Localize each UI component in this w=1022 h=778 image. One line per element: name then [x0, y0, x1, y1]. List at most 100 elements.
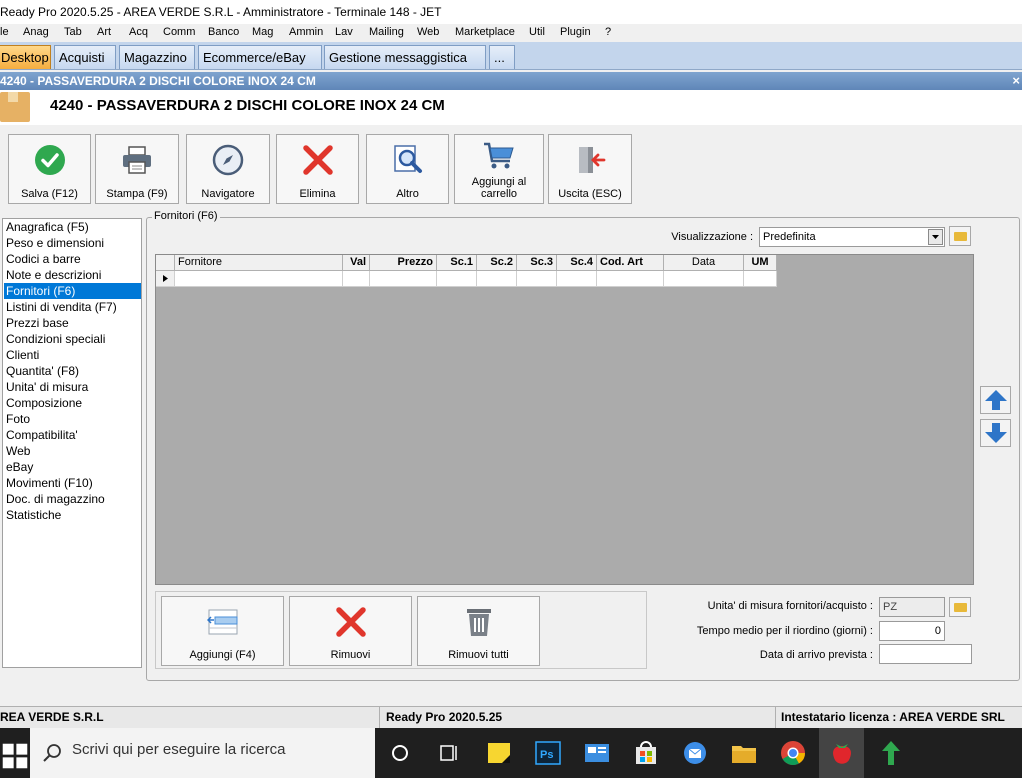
navigator-button[interactable]: Navigatore	[186, 134, 270, 204]
taskbar-search-box[interactable]: Scrivi qui per eseguire la ricerca	[30, 728, 375, 778]
view-folder-icon[interactable]	[949, 226, 971, 246]
menu-item-banco[interactable]: Banco	[208, 26, 239, 38]
check-icon	[9, 143, 90, 177]
nav-item-prezzi-base[interactable]: Prezzi base	[4, 315, 141, 331]
um-folder-icon[interactable]	[949, 597, 971, 617]
add-to-cart-button[interactable]: Aggiungi al carrello	[454, 134, 544, 204]
menu-item-ammin[interactable]: Ammin	[289, 26, 323, 38]
nav-item-unita-misura[interactable]: Unita' di misura	[4, 379, 141, 395]
nav-item-note-descrizioni[interactable]: Note e descrizioni	[4, 267, 141, 283]
product-box-icon	[0, 92, 30, 122]
tab-ecommerce-ebay[interactable]: Ecommerce/eBay	[198, 45, 322, 69]
menu-item-acq[interactable]: Acq	[129, 26, 148, 38]
column-header-sc2[interactable]: Sc.2	[477, 255, 517, 271]
column-header-data[interactable]: Data	[664, 255, 744, 271]
cell-cod-art[interactable]	[597, 271, 664, 287]
view-select[interactable]: Predefinita	[759, 227, 945, 247]
status-company: REA VERDE S.R.L	[0, 707, 380, 729]
menu-item-mag[interactable]: Mag	[252, 26, 273, 38]
tab-more[interactable]: ...	[489, 45, 515, 69]
column-header-sc3[interactable]: Sc.3	[517, 255, 557, 271]
close-icon[interactable]: ×	[1012, 73, 1020, 88]
column-header-sc1[interactable]: Sc.1	[437, 255, 477, 271]
file-explorer-icon[interactable]	[729, 738, 759, 768]
mail-client-icon[interactable]	[680, 738, 710, 768]
menu-item-file[interactable]: le	[0, 26, 9, 38]
menu-item-comm[interactable]: Comm	[163, 26, 195, 38]
menu-item-art[interactable]: Art	[97, 26, 111, 38]
nav-item-quantita[interactable]: Quantita' (F8)	[4, 363, 141, 379]
tab-desktop[interactable]: Desktop	[0, 45, 51, 69]
um-fornitori-field[interactable]: PZ	[879, 597, 945, 617]
nav-item-condizioni-speciali[interactable]: Condizioni speciali	[4, 331, 141, 347]
tab-gestione-messaggistica[interactable]: Gestione messaggistica	[324, 45, 486, 69]
task-view-icon[interactable]	[435, 738, 465, 768]
sticky-notes-icon[interactable]	[484, 738, 514, 768]
menu-item-util[interactable]: Util	[529, 26, 545, 38]
nav-item-fornitori[interactable]: Fornitori (F6)	[4, 283, 141, 299]
column-header-um[interactable]: UM	[744, 255, 777, 271]
nav-item-statistiche[interactable]: Statistiche	[4, 507, 141, 523]
print-button[interactable]: Stampa (F9)	[95, 134, 179, 204]
tempo-riordino-field[interactable]: 0	[879, 621, 945, 641]
delete-button[interactable]: Elimina	[276, 134, 359, 204]
data-arrivo-field[interactable]	[879, 644, 972, 664]
nav-item-clienti[interactable]: Clienti	[4, 347, 141, 363]
photoshop-icon[interactable]: Ps	[533, 738, 563, 768]
control-panel-icon[interactable]	[582, 738, 612, 768]
column-header-prezzo[interactable]: Prezzo	[370, 255, 437, 271]
menu-item-web[interactable]: Web	[417, 26, 439, 38]
chevron-down-icon[interactable]	[928, 229, 943, 245]
cell-um[interactable]	[744, 271, 777, 287]
store-icon[interactable]	[631, 738, 661, 768]
menu-item-lav[interactable]: Lav	[335, 26, 353, 38]
nav-item-foto[interactable]: Foto	[4, 411, 141, 427]
menu-item-marketplace[interactable]: Marketplace	[455, 26, 515, 38]
column-header-fornitore[interactable]: Fornitore	[175, 255, 343, 271]
nav-item-movimenti[interactable]: Movimenti (F10)	[4, 475, 141, 491]
remove-row-button[interactable]: Rimuovi	[289, 596, 412, 666]
cortana-icon[interactable]	[388, 738, 418, 768]
menu-item-plugin[interactable]: Plugin	[560, 26, 591, 38]
nav-item-web[interactable]: Web	[4, 443, 141, 459]
cell-prezzo[interactable]	[370, 271, 437, 287]
save-button[interactable]: Salva (F12)	[8, 134, 91, 204]
column-header-sc4[interactable]: Sc.4	[557, 255, 597, 271]
menu-item-mailing[interactable]: Mailing	[369, 26, 404, 38]
tab-acquisti[interactable]: Acquisti	[54, 45, 116, 69]
menu-item-anag[interactable]: Anag	[23, 26, 49, 38]
move-up-button[interactable]	[980, 386, 1011, 414]
nav-item-doc-magazzino[interactable]: Doc. di magazzino	[4, 491, 141, 507]
green-arrows-app-icon[interactable]	[876, 738, 906, 768]
cell-val[interactable]	[343, 271, 370, 287]
nav-item-composizione[interactable]: Composizione	[4, 395, 141, 411]
add-row-button[interactable]: Aggiungi (F4)	[161, 596, 284, 666]
cell-sc4[interactable]	[557, 271, 597, 287]
more-button[interactable]: Altro	[366, 134, 449, 204]
move-down-button[interactable]	[980, 419, 1011, 447]
chrome-icon[interactable]	[778, 738, 808, 768]
nav-item-anagrafica[interactable]: Anagrafica (F5)	[4, 219, 141, 235]
tab-magazzino[interactable]: Magazzino	[119, 45, 195, 69]
column-header-val[interactable]: Val	[343, 255, 370, 271]
nav-item-ebay[interactable]: eBay	[4, 459, 141, 475]
column-header-cod-art[interactable]: Cod. Art	[597, 255, 664, 271]
taskbar-active-app[interactable]	[819, 728, 864, 778]
nav-item-peso-dimensioni[interactable]: Peso e dimensioni	[4, 235, 141, 251]
cell-sc1[interactable]	[437, 271, 477, 287]
remove-all-button[interactable]: Rimuovi tutti	[417, 596, 540, 666]
cell-fornitore[interactable]	[175, 271, 343, 287]
menu-item-help[interactable]: ?	[605, 26, 611, 38]
data-arrivo-label: Data di arrivo prevista :	[759, 649, 873, 661]
windows-start-icon[interactable]	[0, 741, 30, 771]
nav-item-codici-barre[interactable]: Codici a barre	[4, 251, 141, 267]
cell-sc2[interactable]	[477, 271, 517, 287]
exit-button[interactable]: Uscita (ESC)	[548, 134, 632, 204]
nav-item-listini-vendita[interactable]: Listini di vendita (F7)	[4, 299, 141, 315]
menu-item-tab[interactable]: Tab	[64, 26, 82, 38]
row-indicator[interactable]	[156, 271, 175, 287]
cell-sc3[interactable]	[517, 271, 557, 287]
nav-item-compatibilita[interactable]: Compatibilita'	[4, 427, 141, 443]
cell-data[interactable]	[664, 271, 744, 287]
suppliers-grid[interactable]: Fornitore Val Prezzo Sc.1 Sc.2 Sc.3 Sc.4…	[155, 254, 974, 585]
